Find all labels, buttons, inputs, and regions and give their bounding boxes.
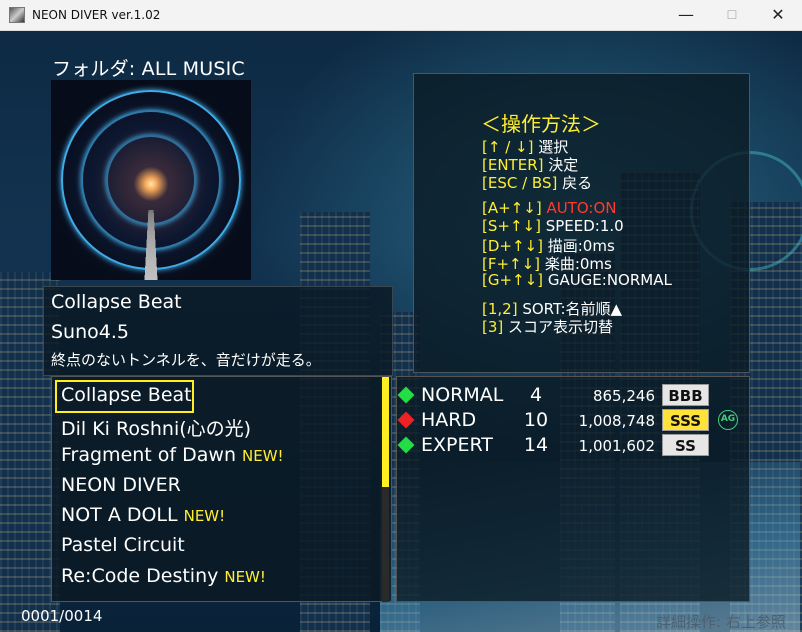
control-line: [ESC / BS] 戻る (482, 174, 593, 192)
hint-text: 詳細操作: 右上参照 (656, 613, 786, 631)
list-item[interactable]: NEON DIVER (61, 474, 181, 496)
scrollbar-thumb[interactable] (382, 377, 389, 487)
list-item[interactable]: Re:Code Destiny NEW! (61, 565, 266, 587)
maximize-button[interactable]: ☐ (709, 0, 755, 30)
app-icon (9, 7, 25, 23)
song-list-title: NOT A DOLL (61, 504, 178, 526)
new-badge: NEW! (224, 568, 266, 586)
song-list-title: Fragment of Dawn (61, 444, 236, 466)
difficulty-score: 865,246 (592, 387, 655, 405)
ag-badge: AG (718, 410, 738, 430)
song-title: Collapse Beat (51, 291, 182, 313)
difficulty-level: 4 (529, 384, 543, 406)
song-list-title: Collapse Beat (61, 384, 192, 406)
difficulty-score: 1,008,748 (578, 412, 655, 430)
difficulty-name: NORMAL (421, 384, 504, 406)
new-badge: NEW! (242, 447, 284, 465)
song-list-title: NEON DIVER (61, 474, 181, 496)
song-list-title: Pastel Circuit (61, 534, 185, 556)
list-item[interactable]: Fragment of Dawn NEW! (61, 444, 284, 466)
controls-title: ＜操作方法＞ (481, 112, 601, 136)
difficulty-name: EXPERT (421, 434, 493, 456)
song-artist: Suno4.5 (51, 321, 129, 343)
window-title: NEON DIVER ver.1.02 (32, 8, 161, 22)
list-item[interactable]: Collapse Beat (61, 384, 192, 406)
difficulty-level: 10 (523, 409, 549, 431)
close-button[interactable]: ✕ (755, 0, 801, 30)
rank-badge: SS (662, 434, 709, 456)
list-item[interactable]: Dil Ki Roshni(心の光) (61, 414, 251, 441)
song-counter: 0001/0014 (21, 607, 103, 625)
difficulty-score: 1,001,602 (578, 437, 655, 455)
song-list-title: Dil Ki Roshni(心の光) (61, 418, 252, 440)
new-badge: NEW! (183, 507, 226, 525)
minimize-button[interactable]: — (663, 0, 709, 30)
difficulty-level: 14 (523, 434, 549, 456)
control-line: [A+↑↓] AUTO:ON (482, 199, 617, 217)
list-item[interactable]: NOT A DOLL NEW! (61, 504, 225, 526)
control-line: [S+↑↓] SPEED:1.0 (482, 217, 624, 235)
list-item[interactable]: Pastel Circuit (61, 534, 185, 556)
rank-badge: SSS (662, 409, 709, 431)
difficulty-name: HARD (421, 409, 477, 431)
control-line: [3] スコア表示切替 (482, 318, 614, 336)
song-list-title: Re:Code Destiny (61, 565, 219, 587)
folder-label: フォルダ: ALL MUSIC (52, 58, 245, 80)
song-description: 終点のないトンネルを、音だけが走る。 (51, 351, 321, 369)
control-line: [G+↑↓] GAUGE:NORMAL (482, 271, 672, 289)
song-jacket-image (51, 80, 251, 280)
rank-badge: BBB (662, 384, 709, 406)
window-titlebar: NEON DIVER ver.1.02 — ☐ ✕ (0, 0, 802, 31)
